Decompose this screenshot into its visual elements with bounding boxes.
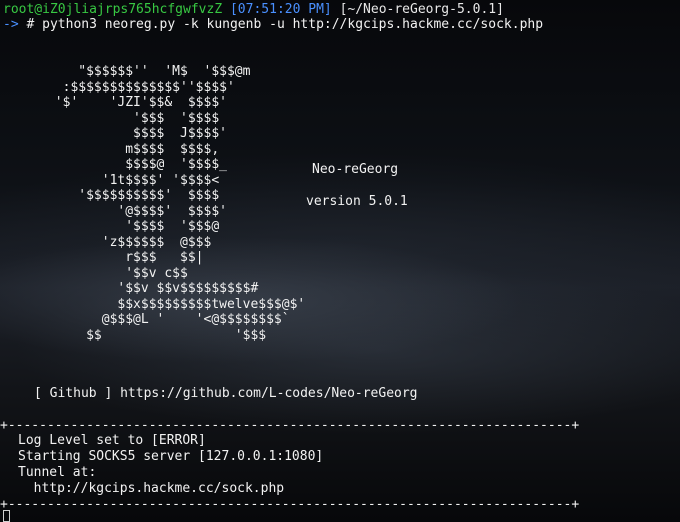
status-box-bottom-border: +---------------------------------------… bbox=[0, 497, 580, 512]
terminal-cursor[interactable] bbox=[3, 510, 10, 522]
ascii-art-row: '$' 'JZI'$$& $$$$' bbox=[0, 95, 227, 110]
ascii-art-row: $$x$$$$$$$$$twelve$$$@$' bbox=[0, 296, 306, 312]
ascii-art-row: 'z$$$$$$ @$$$ bbox=[0, 234, 212, 250]
ascii-art-row: @$$$@L ' '<@$$$$$$$$` bbox=[0, 312, 290, 327]
ascii-art-row: m$$$$ $$$$, bbox=[0, 141, 220, 157]
ascii-art-row: '$$$$$$$$$$' $$$$ bbox=[0, 188, 220, 203]
ascii-art-row: '$$v $$v$$$$$$$$$# bbox=[0, 281, 259, 296]
tool-version: version 5.0.1 bbox=[306, 194, 408, 209]
prompt-time: [07:51:20 PM] bbox=[229, 2, 332, 17]
prompt-hash: # bbox=[26, 17, 35, 32]
ascii-art-row: $$$$ J$$$$' bbox=[0, 126, 227, 141]
status-box-top-border: +---------------------------------------… bbox=[0, 418, 580, 433]
status-socks-server: Starting SOCKS5 server [127.0.0.1:1080] bbox=[18, 449, 324, 464]
prompt-line: root@iZ0jliajrps765hcfgwfvzZ [07:51:20 P… bbox=[3, 2, 504, 17]
command-text: python3 neoreg.py -k kungenb -u http://k… bbox=[42, 17, 544, 32]
status-tunnel-url: http://kgcips.hackme.cc/sock.php bbox=[18, 481, 285, 496]
github-link: [ Github ] https://github.com/L-codes/Ne… bbox=[34, 386, 418, 401]
ascii-art-row: :$$$$$$$$$$$$$$''$$$$' bbox=[0, 79, 235, 95]
ascii-art-row: r$$$ $$| bbox=[0, 250, 204, 265]
status-tunnel-label: Tunnel at: bbox=[18, 465, 97, 480]
ascii-art-row: $$ '$$$ bbox=[0, 327, 267, 343]
ascii-art-row: '$$$ '$$$$ bbox=[0, 110, 220, 126]
prompt-user-host: root@iZ0jliajrps765hcfgwfvzZ bbox=[3, 2, 223, 17]
prompt-arrow-icon: -> bbox=[3, 17, 19, 32]
command-line: -> # python3 neoreg.py -k kungenb -u htt… bbox=[3, 17, 543, 32]
ascii-art-logo: "$$$$$$'' 'M$ '$$$@m :$$$$$$$$$$$$$$''$$… bbox=[0, 64, 305, 343]
ascii-art-row: '$$v c$$ bbox=[0, 265, 188, 281]
ascii-art-row: '1t$$$$' '$$$$< bbox=[0, 172, 220, 188]
status-log-level: Log Level set to [ERROR] bbox=[18, 433, 206, 448]
ascii-art-row: '$$$$ '$$$@ bbox=[0, 219, 220, 234]
ascii-art-row: $$$$@ '$$$$_ bbox=[0, 157, 227, 172]
ascii-art-row: "$$$$$$'' 'M$ '$$$@m bbox=[0, 64, 251, 79]
ascii-art-row: '@$$$$' $$$$' bbox=[0, 203, 227, 219]
terminal-window[interactable]: root@iZ0jliajrps765hcfgwfvzZ [07:51:20 P… bbox=[0, 0, 680, 522]
prompt-cwd: [~/Neo-reGeorg-5.0.1] bbox=[339, 2, 504, 17]
tool-name: Neo-reGeorg bbox=[312, 162, 399, 177]
